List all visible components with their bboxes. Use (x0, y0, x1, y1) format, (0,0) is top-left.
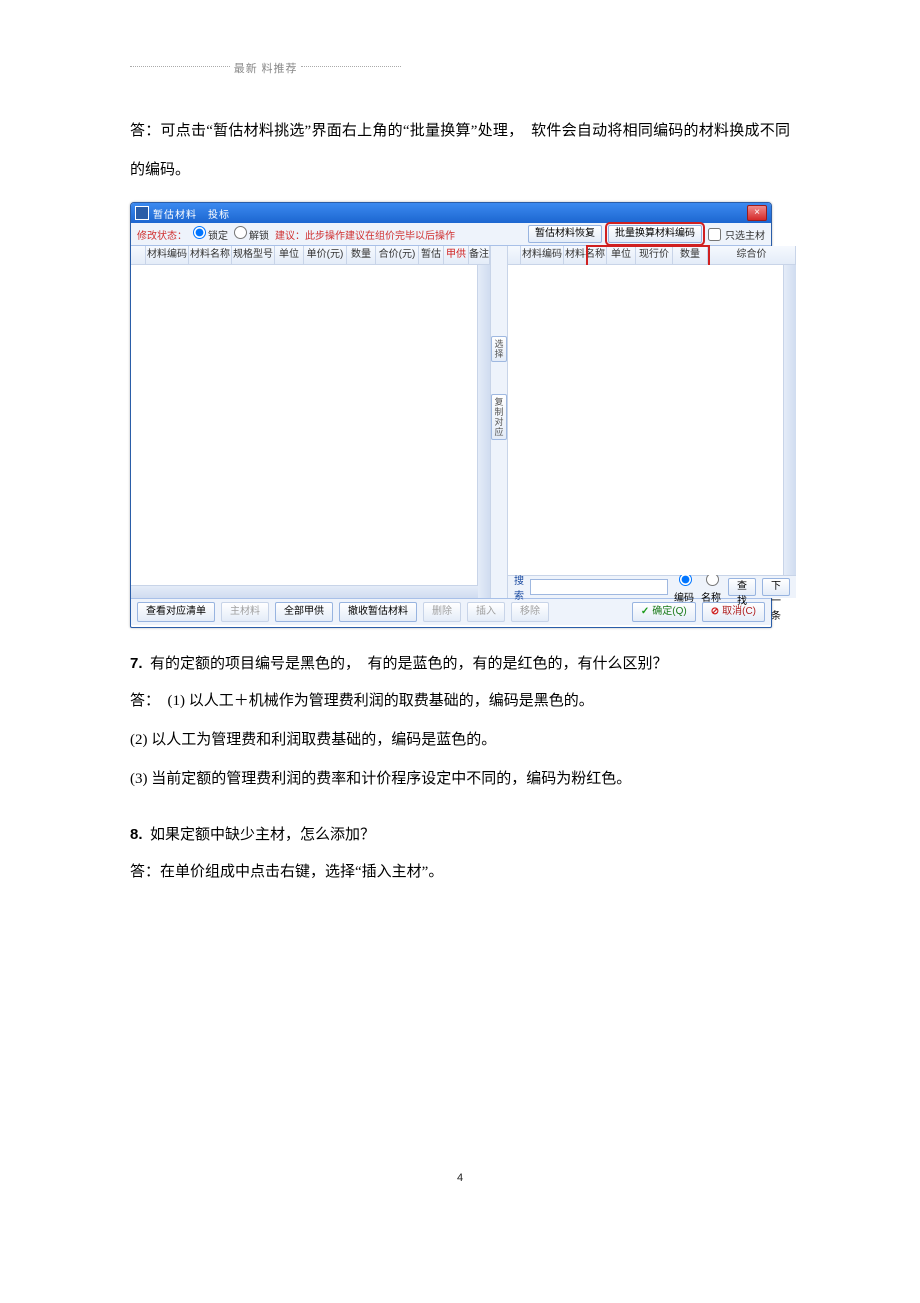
titlebar: 暂估材料 投标 × (131, 203, 771, 223)
restore-button[interactable]: 暂估材料恢复 (528, 225, 602, 243)
page-header: 最新 料推荐 (130, 60, 790, 76)
right-panel: 材料编码 材料名称 单位 现行价 数量 综合价 搜索 编码 (508, 246, 796, 598)
right-scrollbar-vertical[interactable] (783, 265, 796, 575)
col[interactable]: 单位 (275, 246, 304, 264)
all-owner-button[interactable]: 全部甲供 (275, 602, 333, 622)
answer-7-2: (2) 以人工为管理费和利润取费基础的，编码是蓝色的。 (130, 721, 790, 760)
col[interactable]: 现行价 (636, 246, 673, 264)
answer-7-1: 答： (1) 以人工＋机械作为管理费利润的取费基础的，编码是黑色的。 (130, 682, 790, 721)
left-panel: 材料编码 材料名称 规格型号 单位 单价(元) 数量 合价(元) 暂估 甲供 备… (131, 246, 491, 598)
batch-convert-button[interactable]: 批量换算材料编码 (608, 225, 702, 243)
main-material-button[interactable]: 主材料 (221, 602, 269, 622)
left-grid-header: 材料编码 材料名称 规格型号 单位 单价(元) 数量 合价(元) 暂估 甲供 备… (131, 246, 490, 265)
col[interactable]: 材料编码 (146, 246, 189, 264)
radio-search-code[interactable]: 编码 (674, 570, 695, 604)
col[interactable]: 单价(元) (304, 246, 347, 264)
retract-button[interactable]: 撤收暂估材料 (339, 602, 417, 622)
right-grid-body[interactable] (508, 265, 796, 575)
col[interactable]: 综合价 (708, 246, 796, 264)
answer-batch-convert: 答：可点击“暂估材料挑选”界面右上角的“批量换算”处理， 软件会自动将相同编码的… (130, 112, 790, 190)
middle-strip: 选 择 复 制 对 应 (491, 246, 508, 598)
copy-correspond-button[interactable]: 复 制 对 应 (491, 394, 507, 440)
window-title: 暂估材料 投标 (153, 206, 747, 221)
left-scrollbar-vertical[interactable] (477, 265, 490, 598)
radio-search-name[interactable]: 名称 (701, 570, 722, 604)
col[interactable]: 材料名称 (564, 246, 607, 264)
app-icon (135, 206, 149, 220)
close-button[interactable]: × (747, 205, 767, 221)
header-rule-right (301, 66, 401, 67)
delete-button[interactable]: 删除 (423, 602, 461, 622)
row-selector-col (508, 246, 521, 264)
col-owner-supply[interactable]: 甲供 (444, 246, 469, 264)
search-label: 搜索 (514, 572, 524, 602)
col[interactable]: 单位 (607, 246, 636, 264)
toolbar: 修改状态： 锁定 解锁 建议：此步操作建议在组价完毕以后操作 暂估材料恢复 批量… (131, 223, 771, 246)
select-button[interactable]: 选 择 (491, 336, 507, 362)
toolbar-hint: 建议：此步操作建议在组价完毕以后操作 (275, 227, 455, 242)
header-title: 最新 料推荐 (234, 63, 298, 75)
app-window-temp-material: 暂估材料 投标 × 修改状态： 锁定 解锁 建议：此步操作建议在组价完毕以后操作… (130, 202, 772, 628)
find-button[interactable]: 查找 (728, 578, 756, 596)
answer-7-3: (3) 当前定额的管理费利润的费率和计价程序设定中不同的，编码为粉红色。 (130, 760, 790, 799)
right-grid-header: 材料编码 材料名称 单位 现行价 数量 综合价 (508, 246, 796, 265)
question-7: 7. 有的定额的项目编号是黑色的， 有的是蓝色的，有的是红色的，有什么区别？ (130, 646, 790, 682)
col[interactable]: 材料名称 (189, 246, 232, 264)
col[interactable]: 合价(元) (376, 246, 419, 264)
left-scrollbar-horizontal[interactable] (131, 585, 478, 598)
remove-button[interactable]: 移除 (511, 602, 549, 622)
left-grid-body[interactable] (131, 265, 490, 598)
row-selector-col (131, 246, 146, 264)
next-button[interactable]: 下一条 (762, 578, 790, 596)
col[interactable]: 暂估 (419, 246, 444, 264)
document-page: 最新 料推荐 答：可点击“暂估材料挑选”界面右上角的“批量换算”处理， 软件会自… (0, 0, 920, 1244)
answer-8: 答：在单价组成中点击右键，选择“插入主材”。 (130, 853, 790, 892)
cancel-button[interactable]: 取消(C) (702, 602, 765, 622)
header-rule-left (130, 66, 230, 67)
right-header-wrap: 材料编码 材料名称 单位 现行价 数量 综合价 (508, 246, 796, 265)
search-input[interactable] (530, 579, 668, 595)
ok-button[interactable]: 确定(Q) (632, 602, 696, 622)
radio-unlock[interactable]: 解锁 (234, 226, 269, 242)
only-main-checkbox[interactable]: 只选主材 (708, 227, 765, 242)
status-label: 修改状态： (137, 227, 187, 242)
page-number: 4 (130, 1172, 790, 1184)
col[interactable]: 材料编码 (521, 246, 564, 264)
col[interactable]: 数量 (347, 246, 376, 264)
search-row: 搜索 编码 名称 查找 下一条 (508, 575, 796, 598)
insert-button[interactable]: 插入 (467, 602, 505, 622)
col[interactable]: 备注 (469, 246, 490, 264)
radio-lock[interactable]: 锁定 (193, 226, 228, 242)
body-area: 材料编码 材料名称 规格型号 单位 单价(元) 数量 合价(元) 暂估 甲供 备… (131, 246, 771, 598)
view-list-button[interactable]: 查看对应清单 (137, 602, 215, 622)
col[interactable]: 数量 (673, 246, 708, 264)
question-8: 8. 如果定额中缺少主材，怎么添加？ (130, 817, 790, 853)
col[interactable]: 规格型号 (232, 246, 275, 264)
